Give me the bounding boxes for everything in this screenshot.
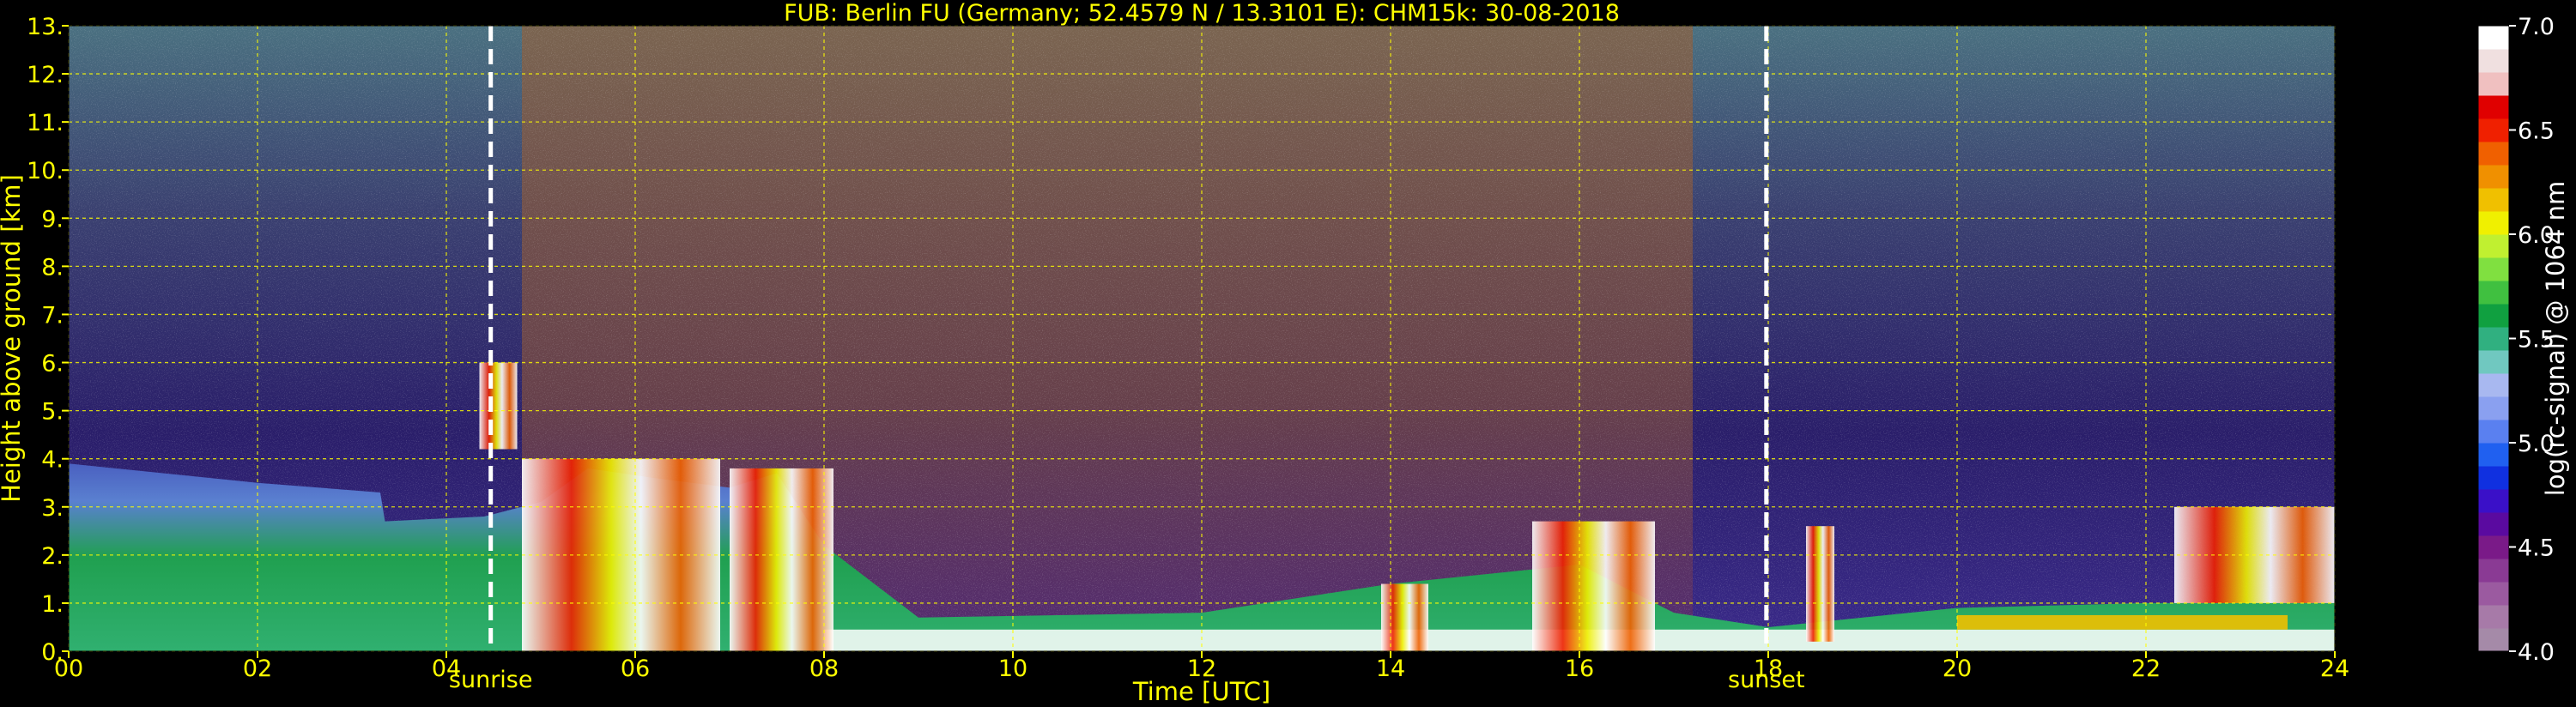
y-tick-label: 4. [41,447,64,474]
y-tick-label: 3. [41,495,64,522]
x-tick-label: 20 [1943,656,1972,682]
sunset-label: sunset [1728,667,1805,693]
colorbar-segment [2478,489,2509,513]
colorbar-segment [2478,26,2509,50]
colorbar-segment [2478,559,2509,583]
x-tick-label: 24 [2320,656,2349,682]
y-tick-label: 9. [41,206,64,233]
x-tick-label: 16 [1565,656,1594,682]
x-tick-label: 10 [998,656,1027,682]
colorbar-tick-label: 4.0 [2518,639,2555,666]
y-axis-ticks: 0. 1. 2. 3. 4. 5. 6. 7. 8. 9. 10. 11. 12. 13. [27,14,69,666]
colorbar-segment [2478,420,2509,444]
colorbar-segment [2478,466,2509,490]
y-tick-label: 5. [41,399,64,426]
colorbar-segment [2478,373,2509,397]
colorbar-tick-label: 6.5 [2518,118,2555,145]
colorbar-segment [2478,512,2509,536]
night-boundary-band [1957,614,2288,630]
colorbar-segment [2478,234,2509,258]
x-tick-label: 02 [243,656,272,682]
colorbar-segment [2478,165,2509,189]
cloud-region-4 [1532,521,1655,651]
colorbar-segment [2478,49,2509,73]
colorbar [2477,25,2510,652]
x-tick-label: 22 [2131,656,2161,682]
lidar-chart: FUB: Berlin FU (Germany; 52.4579 N / 13.… [0,0,2570,706]
y-tick-label: 11. [27,110,64,136]
y-axis-label: Height above ground [km] [0,174,26,503]
y-tick-label: 10. [27,158,64,184]
colorbar-segment [2478,304,2509,328]
cloud-region-2 [730,468,833,651]
x-axis-label: Time [UTC] [1132,677,1270,706]
colorbar-segment [2478,95,2509,119]
colorbar-segment [2478,257,2509,281]
cloud-region-3 [1381,583,1428,651]
colorbar-segment [2478,118,2509,142]
x-tick-label: 14 [1376,656,1405,682]
colorbar-segment [2478,188,2509,212]
y-tick-label: 7. [41,302,64,329]
colorbar-tick-label: 4.5 [2518,535,2555,562]
colorbar-segment [2478,211,2509,235]
colorbar-segment [2478,72,2509,96]
colorbar-segment [2478,535,2509,559]
y-tick-label: 13. [27,14,64,40]
y-tick-label: 8. [41,254,64,281]
colorbar-segment [2478,142,2509,166]
y-tick-label: 12. [27,62,64,88]
colorbar-segment [2478,582,2509,606]
colorbar-segment [2478,443,2509,467]
y-tick-label: 2. [41,543,64,570]
chart-title: FUB: Berlin FU (Germany; 52.4579 N / 13.… [784,0,1620,27]
colorbar-segment [2478,628,2509,652]
cloud-region-5 [1806,526,1834,642]
x-tick-label: 08 [809,656,839,682]
colorbar-segment [2478,327,2509,351]
colorbar-segment [2478,605,2509,629]
y-tick-label: 6. [41,351,64,378]
colorbar-tick-label: 7.0 [2518,14,2555,40]
sunrise-label: sunrise [449,667,533,693]
colorbar-segment [2478,396,2509,420]
plot-area [68,25,2336,652]
colorbar-segment [2478,350,2509,374]
y-tick-label: 0. [41,639,64,666]
x-tick-label: 06 [621,656,650,682]
cloud-region-0 [479,362,518,450]
colorbar-label: log(rc-signal) @ 1064 nm [2541,181,2570,496]
colorbar-segment [2478,281,2509,305]
y-tick-label: 1. [41,591,64,618]
